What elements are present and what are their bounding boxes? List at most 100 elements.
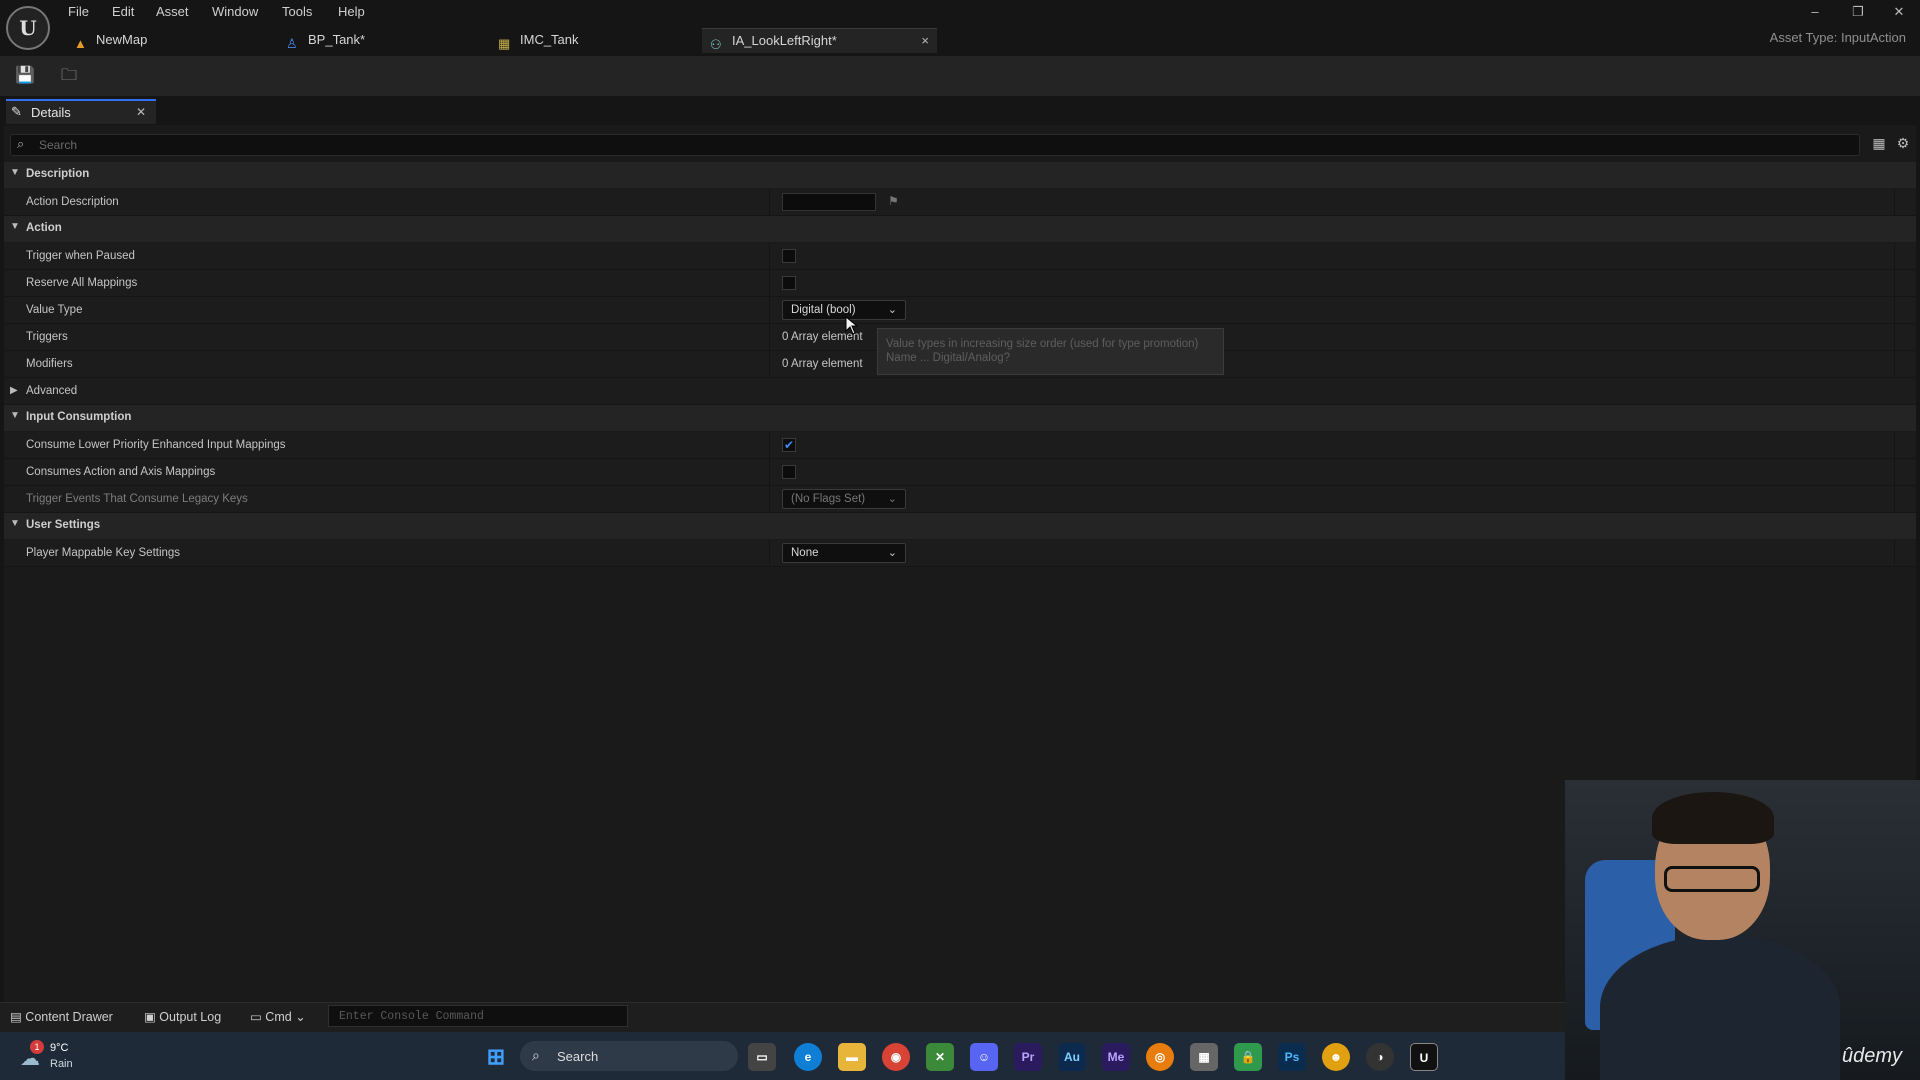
consume-lower-priority-checkbox[interactable]: ✔	[782, 438, 796, 452]
menu-file[interactable]: File	[68, 3, 89, 21]
file-explorer-icon[interactable]: ▬	[838, 1043, 866, 1071]
close-details-icon[interactable]: ✕	[136, 105, 146, 119]
save-icon[interactable]: 💾	[13, 65, 37, 87]
windows-start-icon[interactable]: ⊞	[482, 1043, 510, 1071]
dropdown-value: Digital (bool)	[791, 304, 856, 316]
calendar-icon[interactable]: ▦	[1190, 1043, 1218, 1071]
taskbar-search[interactable]: ⌕ Search	[520, 1041, 738, 1071]
property-label: Action Description	[26, 196, 119, 208]
tooltip-line: Value types in increasing size order (us…	[886, 338, 1199, 350]
details-tab[interactable]: ✎ Details ✕	[6, 99, 156, 124]
category-title: Description	[26, 168, 90, 180]
reserve-all-mappings-checkbox[interactable]	[782, 276, 796, 290]
xbox-icon[interactable]: ✕	[926, 1043, 954, 1071]
player-mappable-dropdown[interactable]: None ⌄	[782, 543, 906, 563]
tab-newmap[interactable]: ▲ NewMap	[66, 28, 266, 52]
chevron-down-icon: ⌄	[295, 1010, 306, 1024]
browse-to-asset-icon[interactable]: 🗀	[57, 65, 81, 87]
chevron-down-icon: ⌄	[887, 547, 897, 559]
output-log-button[interactable]: ▣ Output Log	[144, 1008, 221, 1026]
array-count: 0 Array element	[782, 358, 863, 370]
security-lock-icon[interactable]: 🔒	[1234, 1043, 1262, 1071]
trigger-when-paused-checkbox[interactable]	[782, 249, 796, 263]
webcam-person-body	[1600, 935, 1840, 1080]
property-label: Value Type	[26, 304, 83, 316]
cmd-dropdown[interactable]: ▭ Cmd ⌄	[250, 1008, 306, 1026]
property-label: Advanced	[26, 385, 78, 397]
column-splitter[interactable]	[769, 270, 770, 296]
property-label: Consumes Action and Axis Mappings	[26, 466, 216, 478]
details-search[interactable]: ⌕	[10, 134, 1860, 156]
category-title: Action	[26, 222, 62, 234]
column-splitter[interactable]	[769, 351, 770, 377]
column-splitter[interactable]	[769, 486, 770, 512]
category-action[interactable]: ▼ Action	[4, 216, 1916, 243]
menu-help[interactable]: Help	[338, 3, 365, 21]
unreal-engine-taskbar-icon[interactable]: U	[1410, 1043, 1438, 1071]
task-view-icon[interactable]: ▭	[748, 1043, 776, 1071]
value-type-dropdown[interactable]: Digital (bool) ⌄	[782, 300, 906, 320]
details-tab-bar	[0, 97, 1920, 125]
tab-imc-tank[interactable]: ▦ IMC_Tank	[490, 28, 700, 52]
column-splitter[interactable]	[769, 324, 770, 350]
edge-browser-icon[interactable]: e	[794, 1043, 822, 1071]
settings-gear-icon[interactable]: ⚙	[1894, 134, 1912, 152]
category-description[interactable]: ▼ Description	[4, 162, 1916, 189]
minimize-icon[interactable]: –	[1805, 2, 1825, 22]
menu-tools[interactable]: Tools	[282, 3, 312, 21]
column-splitter[interactable]	[769, 297, 770, 323]
udemy-watermark: ûdemy	[1842, 1045, 1903, 1067]
column-splitter[interactable]	[769, 540, 770, 566]
close-window-icon[interactable]: ✕	[1889, 2, 1909, 22]
menu-window[interactable]: Window	[212, 3, 258, 21]
app-icon[interactable]: ☻	[1322, 1043, 1350, 1071]
chrome-icon[interactable]: ◉	[882, 1043, 910, 1071]
category-input-consumption[interactable]: ▼ Input Consumption	[4, 405, 1916, 432]
unreal-engine-logo[interactable]: U	[6, 6, 50, 50]
restore-icon[interactable]: ❐	[1848, 2, 1868, 22]
menu-asset[interactable]: Asset	[156, 3, 189, 21]
action-description-input[interactable]	[782, 193, 876, 211]
tab-bp-tank[interactable]: ♙ BP_Tank*	[278, 28, 488, 52]
output-log-icon: ▣	[144, 1010, 156, 1024]
property-label: Consume Lower Priority Enhanced Input Ma…	[26, 439, 286, 451]
property-row-consume-lower-priority: Consume Lower Priority Enhanced Input Ma…	[4, 432, 1916, 459]
tab-label: NewMap	[96, 32, 148, 47]
blender-icon[interactable]: ◎	[1146, 1043, 1174, 1071]
weather-temp: 9°C	[50, 1042, 69, 1054]
photoshop-icon[interactable]: Ps	[1278, 1043, 1306, 1071]
search-input[interactable]	[37, 136, 1841, 154]
premiere-pro-icon[interactable]: Pr	[1014, 1043, 1042, 1071]
media-encoder-icon[interactable]: Me	[1102, 1043, 1130, 1071]
consumes-action-axis-checkbox[interactable]	[782, 465, 796, 479]
console-field[interactable]	[328, 1005, 628, 1027]
discord-icon[interactable]: ☺	[970, 1043, 998, 1071]
column-splitter	[1894, 486, 1895, 512]
audition-icon[interactable]: Au	[1058, 1043, 1086, 1071]
property-row-player-mappable: Player Mappable Key Settings None ⌄	[4, 540, 1916, 567]
button-label: Output Log	[159, 1010, 222, 1024]
localization-flag-icon[interactable]: ⚑	[888, 194, 899, 208]
search-icon: ⌕	[532, 1047, 540, 1063]
close-tab-icon[interactable]: ×	[921, 29, 929, 53]
property-label: Player Mappable Key Settings	[26, 547, 181, 559]
chevron-down-icon: ⌄	[887, 304, 897, 316]
column-splitter[interactable]	[769, 432, 770, 458]
obs-icon[interactable]: ◑	[1366, 1043, 1394, 1071]
table-view-icon[interactable]: ▦	[1870, 134, 1888, 152]
column-splitter	[1894, 324, 1895, 350]
content-drawer-button[interactable]: ▤ Content Drawer	[10, 1008, 113, 1026]
menu-edit[interactable]: Edit	[112, 3, 134, 21]
column-splitter[interactable]	[769, 459, 770, 485]
dropdown-value: None	[791, 547, 819, 559]
column-splitter[interactable]	[769, 189, 770, 215]
column-splitter[interactable]	[769, 243, 770, 269]
expand-arrow-icon: ▼	[10, 167, 20, 178]
property-row-advanced[interactable]: ▶ Advanced	[4, 378, 1916, 405]
console-input[interactable]	[337, 1007, 621, 1025]
category-user-settings[interactable]: ▼ User Settings	[4, 513, 1916, 540]
tab-ia-lookleftright[interactable]: ⚇ IA_LookLeftRight* ×	[702, 28, 937, 53]
search-label: Search	[557, 1049, 599, 1064]
console-icon: ▭	[250, 1010, 262, 1024]
tooltip-line: Name ... Digital/Analog?	[886, 352, 1011, 364]
